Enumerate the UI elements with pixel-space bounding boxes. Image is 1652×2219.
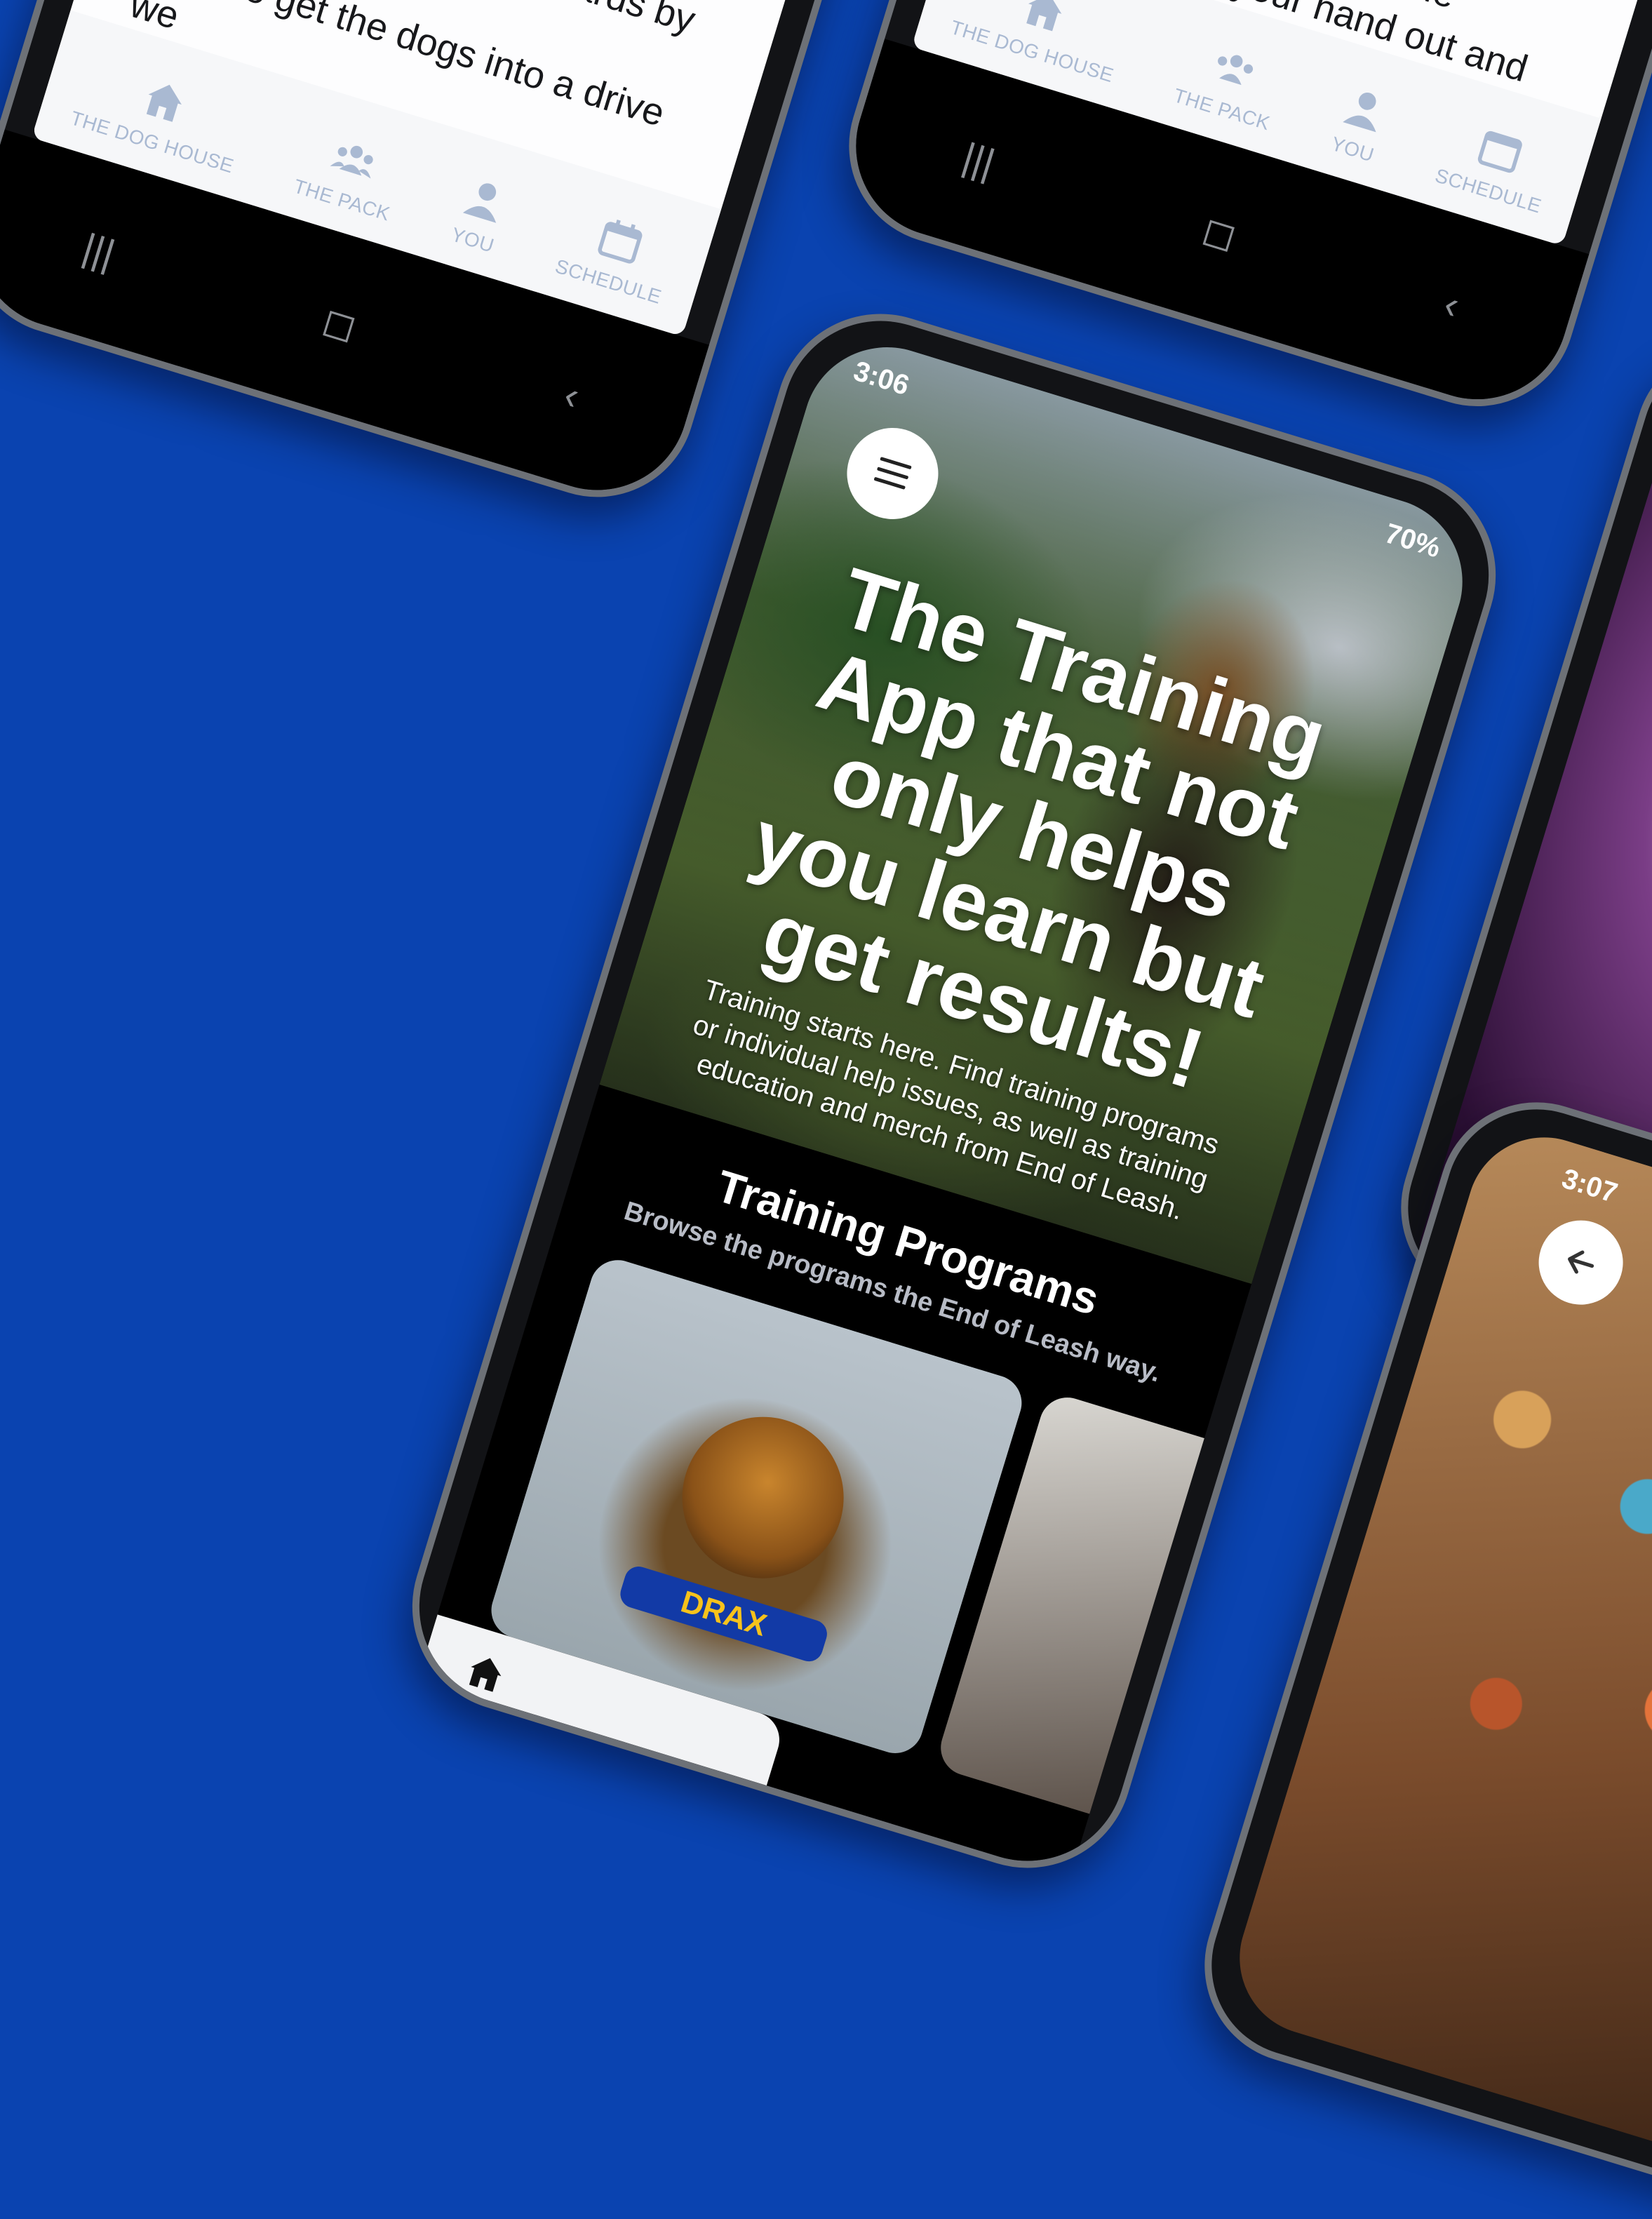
person-icon — [462, 183, 497, 223]
dog-photo — [662, 1397, 864, 1599]
nav-item-the-pack[interactable]: THE PACK — [1171, 32, 1289, 135]
group-icon — [1218, 55, 1254, 86]
nav-label: THE PACK — [1171, 84, 1273, 135]
nav-label: SCHEDULE — [552, 255, 664, 308]
home-icon — [147, 84, 182, 122]
recents-button[interactable]: ||| — [78, 224, 121, 276]
home-icon — [1026, 0, 1062, 32]
back-button[interactable] — [1528, 1209, 1634, 1315]
hamburger-icon — [874, 457, 912, 490]
back-button[interactable]: ‹ — [1439, 280, 1465, 328]
mockup-scene: ys to train a dog, balanced training, cl… — [0, 0, 1652, 2219]
nav-item-the-pack[interactable]: THE PACK — [291, 123, 409, 226]
calendar-icon — [1478, 130, 1523, 173]
recents-button[interactable]: ||| — [958, 133, 1000, 186]
group-icon — [330, 145, 373, 179]
nav-item-schedule[interactable]: SCHEDULE — [1432, 112, 1560, 218]
nav-label: SCHEDULE — [1432, 164, 1545, 217]
nav-item-schedule[interactable]: SCHEDULE — [553, 203, 680, 309]
status-time: 3:07 — [1558, 1162, 1621, 1209]
home-button[interactable]: ◻ — [1197, 206, 1242, 260]
nav-label[interactable]: THE DO — [438, 1687, 516, 1731]
nav-label: YOU — [1328, 132, 1377, 166]
person-icon — [1343, 92, 1376, 133]
calendar-icon — [598, 220, 643, 264]
arrow-left-icon — [1568, 1250, 1594, 1274]
nav-label: YOU — [448, 223, 497, 257]
home-button[interactable]: ◻ — [317, 297, 362, 351]
back-button[interactable]: ‹ — [559, 371, 585, 419]
nav-item-you[interactable]: YOU — [447, 170, 513, 257]
nav-item-you[interactable]: YOU — [1327, 80, 1394, 167]
home-icon — [469, 1658, 502, 1692]
collar-name: DRAX — [617, 1563, 831, 1665]
hero-banner: 3:06 70% The Training App that not only … — [599, 326, 1484, 1285]
nav-label: THE PACK — [290, 175, 393, 225]
